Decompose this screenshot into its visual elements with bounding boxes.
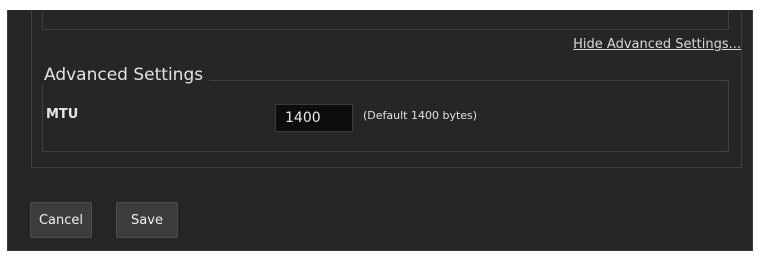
previous-section-panel — [42, 10, 729, 30]
cancel-button[interactable]: Cancel — [30, 202, 92, 238]
mtu-default-hint: (Default 1400 bytes) — [363, 109, 478, 122]
settings-frame: Hide Advanced Settings... Advanced Setti… — [7, 10, 753, 251]
mtu-label: MTU — [46, 107, 79, 122]
mtu-input[interactable] — [275, 104, 353, 132]
advanced-settings-legend: Advanced Settings — [38, 65, 210, 85]
save-button[interactable]: Save — [116, 202, 178, 238]
hide-advanced-settings-link[interactable]: Hide Advanced Settings... — [573, 37, 741, 52]
